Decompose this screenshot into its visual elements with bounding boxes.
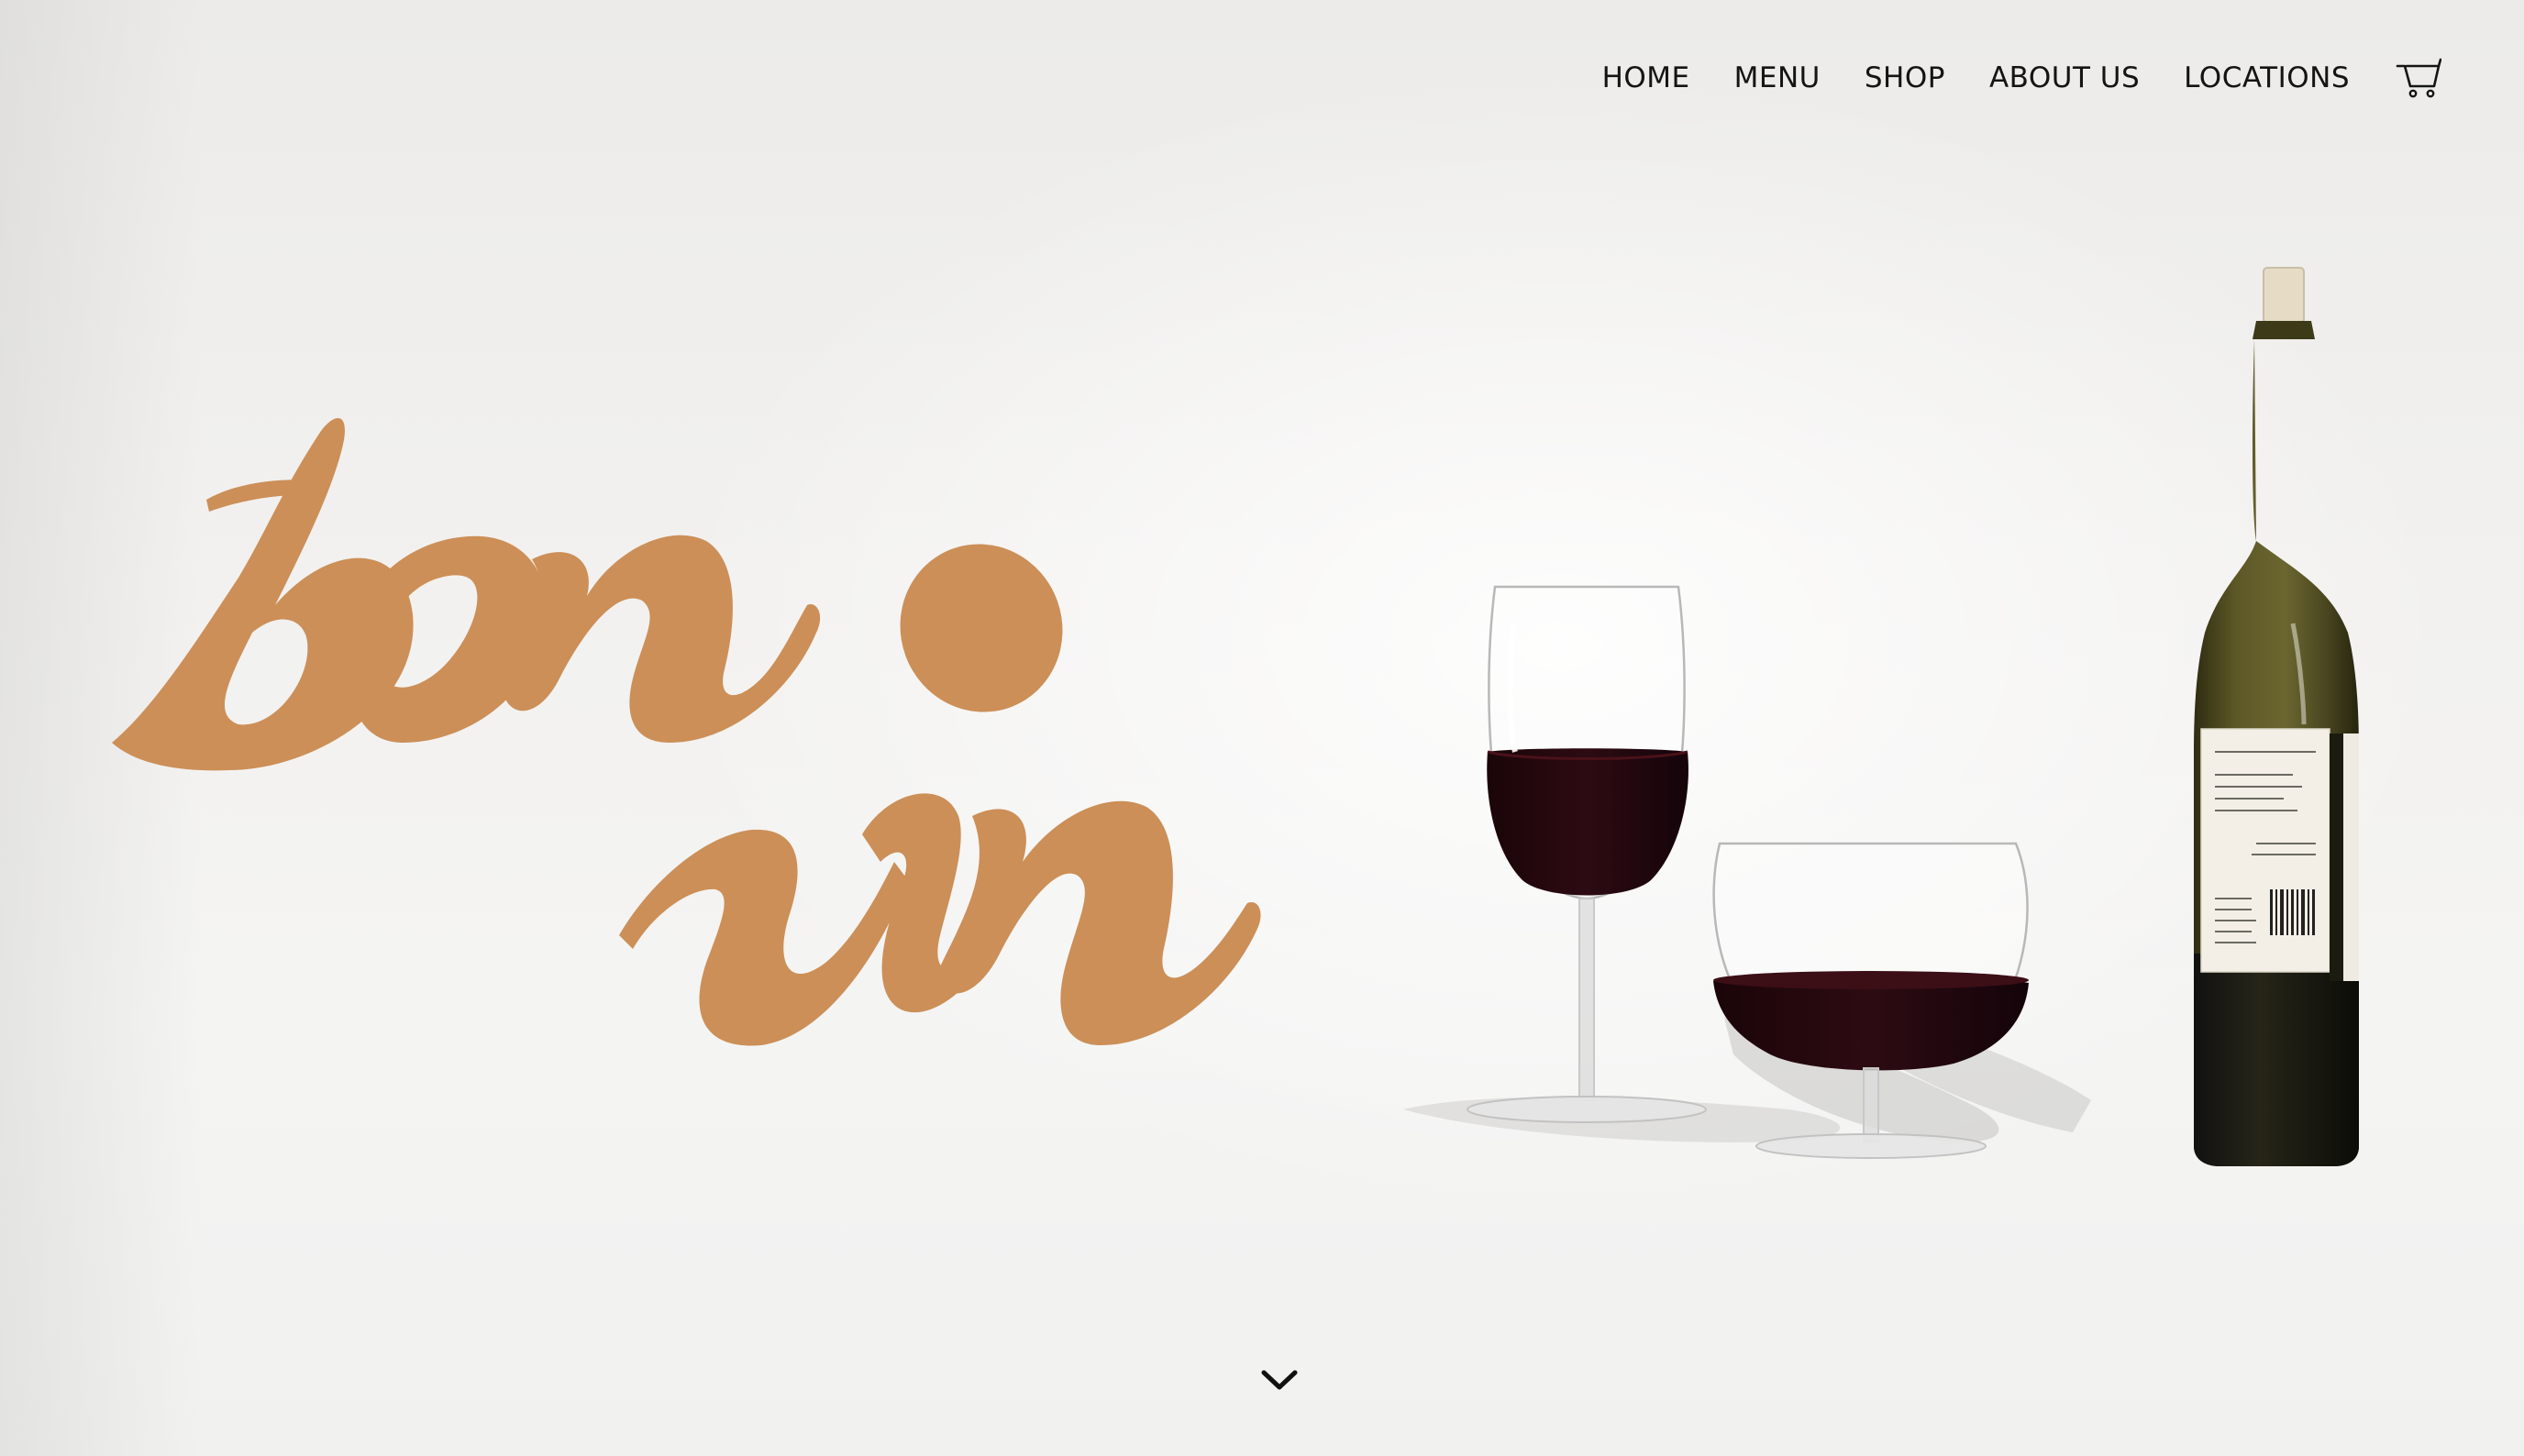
logo-letter-n	[504, 535, 821, 743]
nav-shop[interactable]: SHOP	[1865, 61, 1945, 94]
nav-about-us[interactable]: ABOUT US	[1989, 61, 2140, 94]
wine-bottle-and-glasses-image	[1403, 267, 2359, 1166]
nav-locations[interactable]: LOCATIONS	[2184, 61, 2350, 94]
hero-page: HOME MENU SHOP ABOUT US LOCATIONS	[0, 0, 2524, 1456]
logo-letter-v	[619, 829, 908, 1046]
wine-bottle	[2194, 267, 2359, 1166]
bottle-label-front	[2200, 728, 2330, 973]
logo-letter-n2	[935, 800, 1261, 1045]
main-navigation: HOME MENU SHOP ABOUT US LOCATIONS	[1602, 57, 2441, 99]
bon-vin-logo	[112, 418, 1261, 1046]
tall-wine-glass	[1467, 585, 1707, 1123]
chevron-down-icon[interactable]	[1259, 1366, 1300, 1394]
nav-home[interactable]: HOME	[1602, 61, 1690, 94]
logo-i-dot	[900, 544, 1063, 712]
logo-mark	[112, 418, 1261, 1046]
nav-menu[interactable]: MENU	[1734, 61, 1821, 94]
barcode-icon	[2270, 889, 2315, 935]
shopping-cart-icon[interactable]	[2396, 57, 2441, 99]
